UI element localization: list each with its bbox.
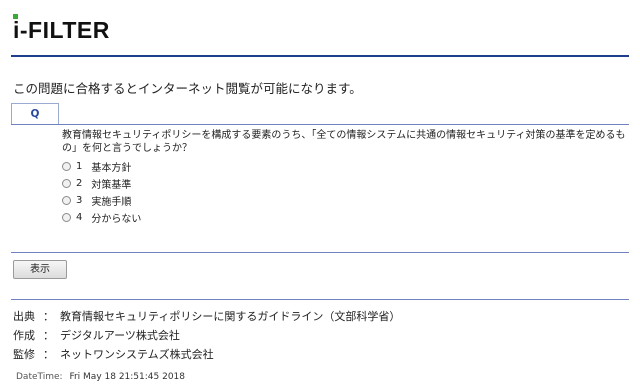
header: i-FILTER [0, 0, 640, 58]
option-1[interactable]: 1 基本方針 [62, 158, 141, 175]
option-label: 対策基準 [91, 180, 132, 191]
show-button[interactable]: 表示 [13, 260, 67, 279]
footer-label: 監修 [13, 348, 35, 361]
footer-separator: ： [43, 329, 54, 342]
option-label: 実施手順 [91, 197, 132, 208]
ifilter-logo: i-FILTER [13, 14, 110, 43]
option-number: 1 [76, 161, 83, 172]
footer-label: 出典 [13, 310, 35, 323]
option-2[interactable]: 2 対策基準 [62, 175, 141, 192]
footer-row-supervisor: 監修 ： ネットワンシステムズ株式会社 [13, 346, 400, 365]
tab-underline [11, 124, 629, 125]
footer-label: 作成 [13, 329, 35, 342]
option-3[interactable]: 3 実施手順 [62, 192, 141, 209]
footer-separator: ： [43, 310, 54, 323]
question-tab-bar: Q [11, 103, 629, 125]
header-divider [11, 55, 629, 57]
footer-row-author: 作成 ： デジタルアーツ株式会社 [13, 327, 400, 346]
datetime-value: Fri May 18 21:51:45 2018 [69, 372, 186, 382]
logo-dot-icon [13, 14, 18, 19]
footer-row-source: 出典 ： 教育情報セキュリティポリシーに関するガイドライン（文部科学省） [13, 308, 400, 327]
option-number: 3 [76, 195, 83, 206]
option-number: 4 [76, 212, 83, 223]
radio-button[interactable] [62, 196, 71, 205]
radio-button[interactable] [62, 179, 71, 188]
radio-button[interactable] [62, 213, 71, 222]
footer-value: 教育情報セキュリティポリシーに関するガイドライン（文部科学省） [60, 310, 401, 323]
option-label: 基本方針 [91, 163, 132, 174]
answer-options: 1 基本方針 2 対策基準 3 実施手順 4 分からない [62, 158, 141, 226]
footer-value: デジタルアーツ株式会社 [60, 329, 180, 342]
logo-text: i-FILTER [13, 17, 110, 43]
tab-question[interactable]: Q [11, 103, 59, 124]
datetime-stamp: DateTime: Fri May 18 21:51:45 2018 [16, 372, 185, 382]
option-number: 2 [76, 178, 83, 189]
datetime-label: DateTime: [16, 372, 63, 382]
option-4[interactable]: 4 分からない [62, 209, 141, 226]
section-divider [11, 252, 629, 253]
footer-separator: ： [43, 348, 54, 361]
question-text: 教育情報セキュリティポリシーを構成する要素のうち、「全ての情報システムに共通の情… [62, 130, 626, 154]
footer-value: ネットワンシステムズ株式会社 [60, 348, 214, 361]
footer-divider [11, 299, 629, 300]
radio-button[interactable] [62, 162, 71, 171]
footer-credits: 出典 ： 教育情報セキュリティポリシーに関するガイドライン（文部科学省） 作成 … [13, 308, 400, 365]
option-label: 分からない [91, 214, 142, 225]
intro-message: この問題に合格するとインターネット閲覧が可能になります。 [13, 81, 362, 96]
